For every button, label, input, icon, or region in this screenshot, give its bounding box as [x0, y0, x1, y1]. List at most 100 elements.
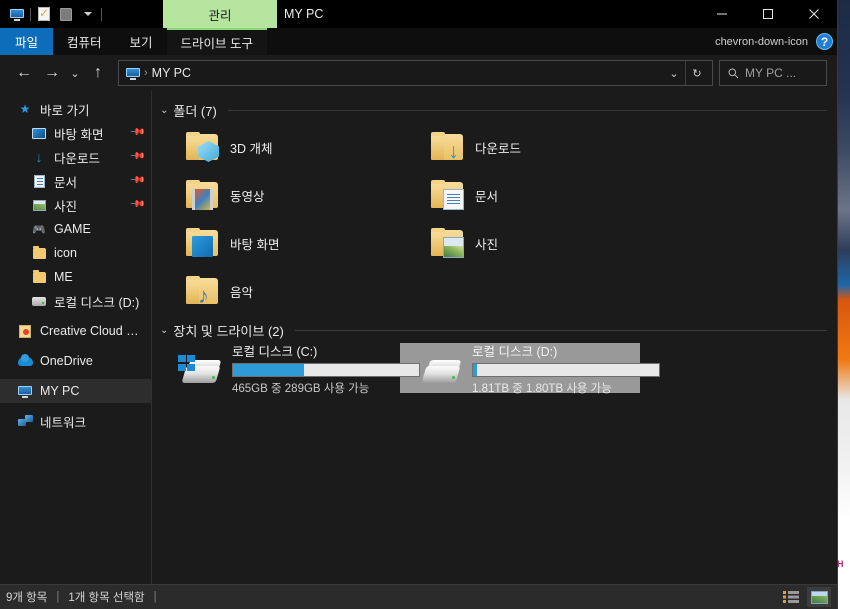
sidebar-item-onedrive[interactable]: OneDrive [0, 349, 151, 373]
address-bar[interactable]: › MY PC ⌄ ↻ [118, 60, 713, 86]
sidebar-item-creative-cloud-files[interactable]: Creative Cloud Files [0, 319, 151, 343]
maximize-button[interactable] [745, 0, 791, 28]
qat-new-folder-button[interactable] [55, 3, 77, 25]
qat-customize-button[interactable] [77, 3, 99, 25]
folder-icon [30, 244, 48, 262]
sidebar-item-icon[interactable]: icon [0, 241, 151, 265]
up-arrow-icon: ↑ [94, 64, 102, 81]
creative-cloud-icon [16, 322, 34, 340]
search-box[interactable]: MY PC ... [719, 60, 827, 86]
status-bar: 9개 항목 | 1개 항목 선택함 | [0, 584, 837, 609]
monitor-icon [16, 382, 34, 400]
details-view-icon [783, 591, 799, 603]
sidebar-item-quick-access[interactable]: ★ 바로 가기 [0, 97, 151, 121]
tab-drive-tools[interactable]: 드라이브 도구 [166, 28, 268, 55]
tab-file[interactable]: 파일 [0, 28, 54, 55]
folder-icon [429, 228, 465, 258]
folder-item-3d-objects[interactable]: 3D 개체 [160, 123, 405, 171]
up-button[interactable]: ↑ [84, 59, 112, 87]
folders-grid: 3D 개체 ↓ 다운로드 동영상 문서 바탕 화면 사진 ♪ 음악 [160, 123, 827, 315]
sidebar-item-label: Creative Cloud Files [40, 324, 145, 338]
qat-this-pc-button[interactable] [6, 3, 28, 25]
drive-item-local-disk-c[interactable]: 로컬 디스크 (C:) 465GB 중 289GB 사용 가능 [160, 343, 420, 395]
chevron-down-icon: ⌄ [669, 67, 679, 80]
drive-free-space: 465GB 중 289GB 사용 가능 [232, 382, 370, 395]
sidebar-item-label: OneDrive [40, 354, 93, 368]
breadcrumb[interactable]: › MY PC [123, 66, 663, 80]
folder-item-label: 3D 개체 [230, 141, 273, 156]
sidebar-item-label: 다운로드 [54, 151, 101, 166]
tab-drive-tools-label: 드라이브 도구 [180, 37, 254, 51]
sidebar-item-label: GAME [54, 222, 91, 236]
folder-icon [60, 7, 72, 21]
breadcrumb-item-my-pc[interactable]: MY PC [152, 66, 191, 80]
group-title: 장치 및 드라이브 (2) [173, 323, 284, 339]
folder-item-pictures[interactable]: 사진 [405, 219, 650, 267]
drive-name: 로컬 디스크 (C:) [232, 344, 318, 359]
drive-item-local-disk-d[interactable]: 로컬 디스크 (D:) 1.81TB 중 1.80TB 사용 가능 [400, 343, 660, 395]
sidebar-item-local-disk-d[interactable]: 로컬 디스크 (D:) [0, 289, 151, 313]
explorer-body: ★ 바로 가기 바탕 화면 📌 ↓ 다운로드 📌 문서 📌 사진 📌 🎮 GAM… [0, 91, 837, 584]
pictures-icon [30, 196, 48, 214]
address-history-button[interactable]: ⌄ [663, 61, 685, 85]
help-icon[interactable]: ? [816, 33, 833, 50]
sidebar-item-pictures[interactable]: 사진 📌 [0, 193, 151, 217]
search-input[interactable]: MY PC ... [745, 66, 796, 80]
chevron-down-icon[interactable]: ⌄ [160, 325, 168, 336]
tab-view-label: 보기 [129, 36, 153, 50]
sidebar-item-downloads[interactable]: ↓ 다운로드 📌 [0, 145, 151, 169]
details-view-button[interactable] [779, 587, 803, 607]
refresh-button[interactable]: ↻ [686, 61, 708, 85]
folder-item-music[interactable]: ♪ 음악 [160, 267, 405, 315]
chevron-down-icon[interactable]: ⌄ [160, 105, 168, 116]
address-bar-row: ← → ⌄ ↑ › MY PC ⌄ ↻ MY PC ... [0, 55, 837, 91]
folder-item-videos[interactable]: 동영상 [160, 171, 405, 219]
tab-file-label: 파일 [15, 36, 39, 50]
screen-badge-icon [192, 236, 213, 257]
sidebar-item-my-pc[interactable]: MY PC [0, 379, 151, 403]
selection-count-label: 1개 항목 선택함 [68, 592, 145, 604]
navigation-pane[interactable]: ★ 바로 가기 바탕 화면 📌 ↓ 다운로드 📌 문서 📌 사진 📌 🎮 GAM… [0, 91, 152, 584]
status-bar-left: 9개 항목 | 1개 항목 선택함 | [6, 589, 157, 605]
file-explorer-window: 관리 MY PC 파일 컴퓨터 보기 드라이브 도구 [0, 0, 838, 609]
sidebar-item-documents[interactable]: 문서 📌 [0, 169, 151, 193]
sidebar-item-desktop[interactable]: 바탕 화면 📌 [0, 121, 151, 145]
file-list-pane[interactable]: ⌄ 폴더 (7) 3D 개체 ↓ 다운로드 동영상 문서 바탕 화면 사진 ♪ … [152, 91, 837, 584]
folder-item-label: 음악 [230, 285, 254, 300]
sidebar-item-game[interactable]: 🎮 GAME [0, 217, 151, 241]
refresh-icon: ↻ [692, 67, 702, 80]
group-header-folders[interactable]: ⌄ 폴더 (7) [160, 99, 827, 121]
monitor-icon [10, 8, 24, 21]
sidebar-item-label: MY PC [40, 384, 80, 398]
folder-icon: ♪ [184, 276, 220, 307]
folder-item-documents[interactable]: 문서 [405, 171, 650, 219]
forward-button[interactable]: → [38, 59, 66, 87]
folder-icon: ↓ [429, 132, 465, 162]
window-title: MY PC [284, 0, 323, 28]
recent-locations-button[interactable]: ⌄ [66, 59, 84, 87]
folder-icon [429, 180, 465, 210]
large-icons-view-button[interactable] [807, 587, 831, 607]
folder-icon [184, 228, 220, 258]
large-icons-view-icon [810, 590, 828, 604]
drive-icon [30, 292, 48, 310]
back-button[interactable]: ← [10, 59, 38, 87]
minimize-button[interactable] [699, 0, 745, 28]
sidebar-item-me[interactable]: ME [0, 265, 151, 289]
drive-icon [418, 351, 462, 385]
group-header-drives[interactable]: ⌄ 장치 및 드라이브 (2) [160, 319, 827, 341]
caret-down-icon [84, 12, 92, 16]
tab-computer[interactable]: 컴퓨터 [53, 28, 116, 55]
sidebar-item-label: 사진 [54, 199, 78, 214]
contextual-tab-header[interactable]: 관리 [163, 0, 277, 28]
chevron-down-icon[interactable]: chevron-down-icon [715, 36, 808, 48]
tab-view[interactable]: 보기 [116, 28, 167, 55]
folder-item-downloads[interactable]: ↓ 다운로드 [405, 123, 650, 171]
download-icon: ↓ [35, 149, 43, 165]
qat-properties-button[interactable] [33, 3, 55, 25]
close-button[interactable] [791, 0, 837, 28]
chevron-down-icon: ⌄ [70, 67, 80, 80]
sidebar-item-network[interactable]: 네트워크 [0, 409, 151, 433]
forward-arrow-icon: → [44, 64, 60, 81]
folder-item-desktop[interactable]: 바탕 화면 [160, 219, 405, 267]
